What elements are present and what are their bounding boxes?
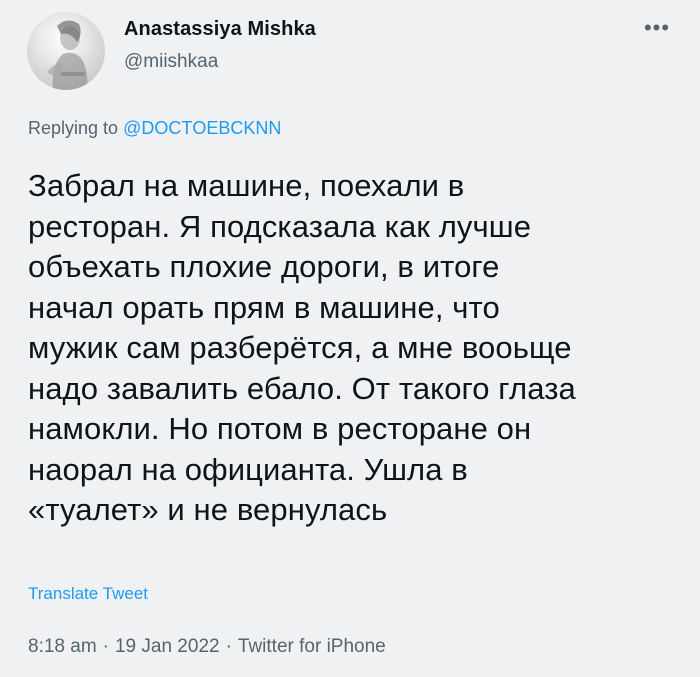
meta-separator: · — [102, 636, 109, 657]
replying-to-line: Replying to @DОCTОEBCKNN — [28, 118, 281, 139]
more-options-button[interactable]: ••• — [642, 15, 672, 42]
tweet-metadata: 8:18 am · 19 Jan 2022 · Twitter for iPhone — [28, 636, 386, 658]
tweet-time[interactable]: 8:18 am — [28, 636, 97, 657]
tweet-date[interactable]: 19 Jan 2022 — [115, 636, 220, 657]
meta-separator: · — [225, 636, 232, 657]
replying-to-label: Replying to — [28, 118, 124, 138]
translate-tweet-link[interactable]: Translate Tweet — [28, 584, 148, 604]
author-name[interactable]: Anastassiya Mishka — [124, 18, 316, 41]
more-horizontal-icon: ••• — [643, 15, 671, 40]
tweet-card: Anastassiya Mishka @miishkaa ••• Replyin… — [0, 0, 700, 677]
tweet-source[interactable]: Twitter for iPhone — [238, 636, 386, 657]
avatar-photo — [47, 20, 88, 90]
reply-mention-link[interactable]: @DОCTОEBCKNN — [123, 118, 281, 138]
tweet-text: Забрал на машине, поехали в ресторан. Я … — [28, 168, 576, 527]
avatar[interactable] — [27, 12, 105, 90]
author-handle[interactable]: @miishkaa — [124, 51, 218, 73]
